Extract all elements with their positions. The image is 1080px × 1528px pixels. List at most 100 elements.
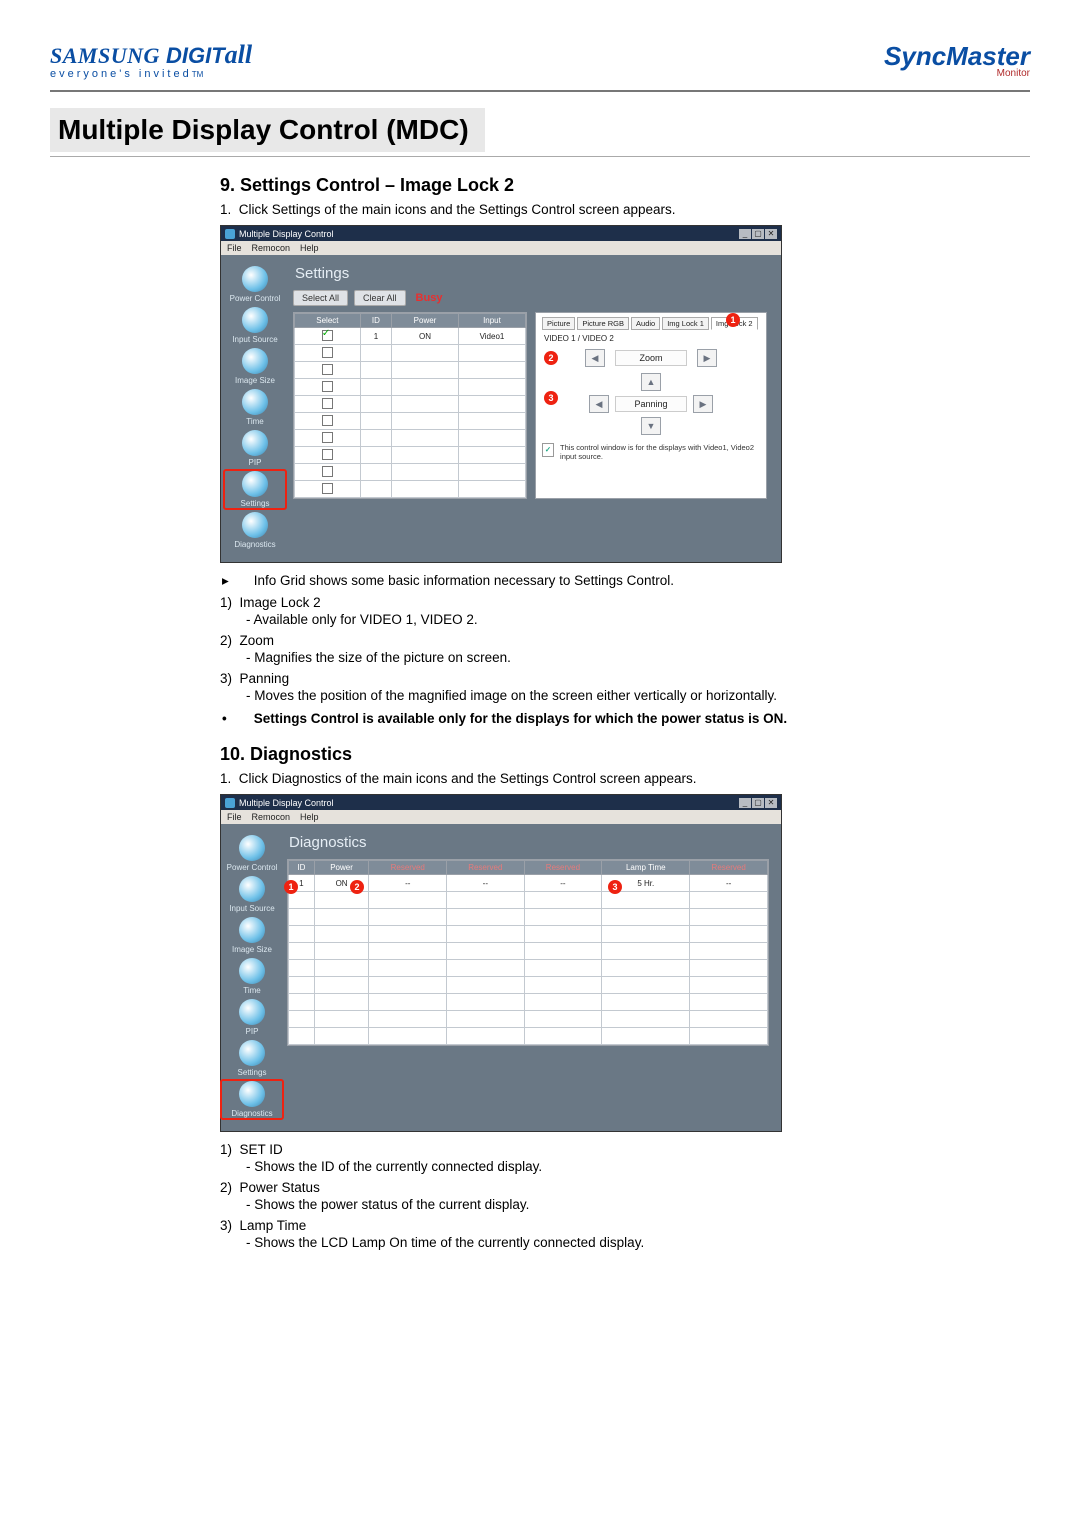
sidebar-item-diagnostics[interactable]: Diagnostics bbox=[224, 511, 286, 550]
menu-help[interactable]: Help bbox=[300, 812, 319, 822]
table-row[interactable] bbox=[289, 960, 768, 977]
maximize-icon[interactable]: ▢ bbox=[752, 229, 764, 239]
info-grid-text: Info Grid shows some basic information n… bbox=[254, 573, 674, 588]
table-row[interactable] bbox=[289, 943, 768, 960]
sidebar-item-pip[interactable]: PIP bbox=[224, 429, 286, 468]
table-row[interactable] bbox=[289, 994, 768, 1011]
callout-1: 1 bbox=[726, 313, 740, 327]
diagnostics-screen-title: Diagnostics bbox=[289, 834, 769, 851]
menu-remocon[interactable]: Remocon bbox=[252, 243, 291, 253]
table-row[interactable] bbox=[295, 396, 526, 413]
item-title: Lamp Time bbox=[240, 1218, 307, 1233]
sidebar-item-diagnostics[interactable]: Diagnostics bbox=[221, 1080, 283, 1119]
table-row[interactable] bbox=[295, 464, 526, 481]
tab-picture[interactable]: Picture bbox=[542, 317, 575, 330]
diagnostics-grid[interactable]: ID Power Reserved Reserved Reserved Lamp… bbox=[287, 859, 769, 1046]
table-row[interactable] bbox=[289, 1011, 768, 1028]
sidebar-item-input-source[interactable]: Input Source bbox=[221, 875, 283, 914]
item-power-status-desc: - Shows the power status of the current … bbox=[220, 1197, 970, 1212]
sidebar-label: Diagnostics bbox=[231, 1109, 272, 1118]
section10-heading: 10. Diagnostics bbox=[220, 744, 970, 765]
row-checkbox[interactable] bbox=[322, 364, 333, 375]
row-checkbox[interactable] bbox=[322, 466, 333, 477]
cell-reserved: -- bbox=[447, 875, 525, 892]
sidebar-item-pip[interactable]: PIP bbox=[221, 998, 283, 1037]
col-lamp-time: Lamp Time bbox=[602, 861, 690, 875]
tab-picture-rgb[interactable]: Picture RGB bbox=[577, 317, 629, 330]
pan-down-button[interactable]: ▼ bbox=[641, 417, 661, 435]
pan-up-button[interactable]: ▲ bbox=[641, 373, 661, 391]
zoom-right-button[interactable]: ▶ bbox=[697, 349, 717, 367]
col-reserved: Reserved bbox=[690, 861, 768, 875]
menu-file[interactable]: File bbox=[227, 812, 242, 822]
table-row[interactable] bbox=[289, 909, 768, 926]
table-row[interactable] bbox=[289, 926, 768, 943]
sidebar-item-image-size[interactable]: Image Size bbox=[224, 347, 286, 386]
row-checkbox[interactable] bbox=[322, 432, 333, 443]
sidebar-item-power-control[interactable]: Power Control bbox=[224, 265, 286, 304]
table-row[interactable] bbox=[289, 892, 768, 909]
table-row[interactable] bbox=[295, 362, 526, 379]
item-title: SET ID bbox=[240, 1142, 283, 1157]
tab-img-lock-1[interactable]: Img Lock 1 bbox=[662, 317, 709, 330]
minimize-icon[interactable]: _ bbox=[739, 229, 751, 239]
menu-bar[interactable]: File Remocon Help bbox=[221, 241, 781, 255]
info-grid[interactable]: Select ID Power Input 1 ON Video1 bbox=[293, 312, 527, 499]
brand-left: SAMSUNG DIGITall everyone's invitedTM bbox=[50, 40, 252, 80]
maximize-icon[interactable]: ▢ bbox=[752, 798, 764, 808]
cell-power: ON bbox=[392, 328, 459, 345]
table-row[interactable] bbox=[295, 447, 526, 464]
row-checkbox[interactable] bbox=[322, 415, 333, 426]
sidebar-item-settings[interactable]: Settings bbox=[221, 1039, 283, 1078]
menu-file[interactable]: File bbox=[227, 243, 242, 253]
table-row[interactable] bbox=[295, 413, 526, 430]
clear-all-button[interactable]: Clear All bbox=[354, 290, 406, 306]
sidebar-item-input-source[interactable]: Input Source bbox=[224, 306, 286, 345]
row-checkbox[interactable] bbox=[322, 330, 333, 341]
row-checkbox[interactable] bbox=[322, 449, 333, 460]
sidebar-item-settings[interactable]: Settings bbox=[224, 470, 286, 509]
panning-control: 3 ▲ ◀ Panning ▶ ▼ bbox=[542, 373, 760, 435]
menu-remocon[interactable]: Remocon bbox=[252, 812, 291, 822]
window-buttons[interactable]: _▢✕ bbox=[738, 228, 777, 239]
row-checkbox[interactable] bbox=[322, 398, 333, 409]
cell-reserved: -- bbox=[369, 875, 447, 892]
zoom-label: Zoom bbox=[615, 350, 687, 366]
row-checkbox[interactable] bbox=[322, 483, 333, 494]
sidebar-item-time[interactable]: Time bbox=[224, 388, 286, 427]
window-buttons[interactable]: _▢✕ bbox=[738, 797, 777, 808]
table-row[interactable] bbox=[295, 379, 526, 396]
zoom-left-button[interactable]: ◀ bbox=[585, 349, 605, 367]
row-checkbox[interactable] bbox=[322, 347, 333, 358]
select-all-button[interactable]: Select All bbox=[293, 290, 348, 306]
menu-help[interactable]: Help bbox=[300, 243, 319, 253]
close-icon[interactable]: ✕ bbox=[765, 229, 777, 239]
row-checkbox[interactable] bbox=[322, 381, 333, 392]
sidebar-label: Input Source bbox=[229, 904, 274, 913]
page-header: SAMSUNG DIGITall everyone's invitedTM Sy… bbox=[50, 40, 1030, 80]
table-row[interactable]: 1 ON Video1 bbox=[295, 328, 526, 345]
info-grid-note: ▸ Info Grid shows some basic information… bbox=[220, 573, 970, 589]
sidebar-label: PIP bbox=[249, 458, 262, 467]
cell-reserved: -- bbox=[690, 875, 768, 892]
sidebar-item-image-size[interactable]: Image Size bbox=[221, 916, 283, 955]
table-row[interactable] bbox=[289, 1028, 768, 1045]
tab-audio[interactable]: Audio bbox=[631, 317, 660, 330]
table-row[interactable] bbox=[295, 481, 526, 498]
pip-icon bbox=[239, 999, 265, 1025]
header-rule bbox=[50, 90, 1030, 92]
close-icon[interactable]: ✕ bbox=[765, 798, 777, 808]
sidebar-item-power-control[interactable]: Power Control bbox=[221, 834, 283, 873]
minimize-icon[interactable]: _ bbox=[739, 798, 751, 808]
sidebar-item-time[interactable]: Time bbox=[221, 957, 283, 996]
pan-right-button[interactable]: ▶ bbox=[693, 395, 713, 413]
table-row[interactable] bbox=[289, 977, 768, 994]
menu-bar[interactable]: File Remocon Help bbox=[221, 810, 781, 824]
arrow-icon: ▸ bbox=[236, 573, 250, 589]
table-row[interactable] bbox=[295, 345, 526, 362]
settings-icon bbox=[239, 1040, 265, 1066]
table-row[interactable] bbox=[295, 430, 526, 447]
hint-icon: ✓ bbox=[542, 443, 554, 457]
diagnostics-icon bbox=[242, 512, 268, 538]
pan-left-button[interactable]: ◀ bbox=[589, 395, 609, 413]
